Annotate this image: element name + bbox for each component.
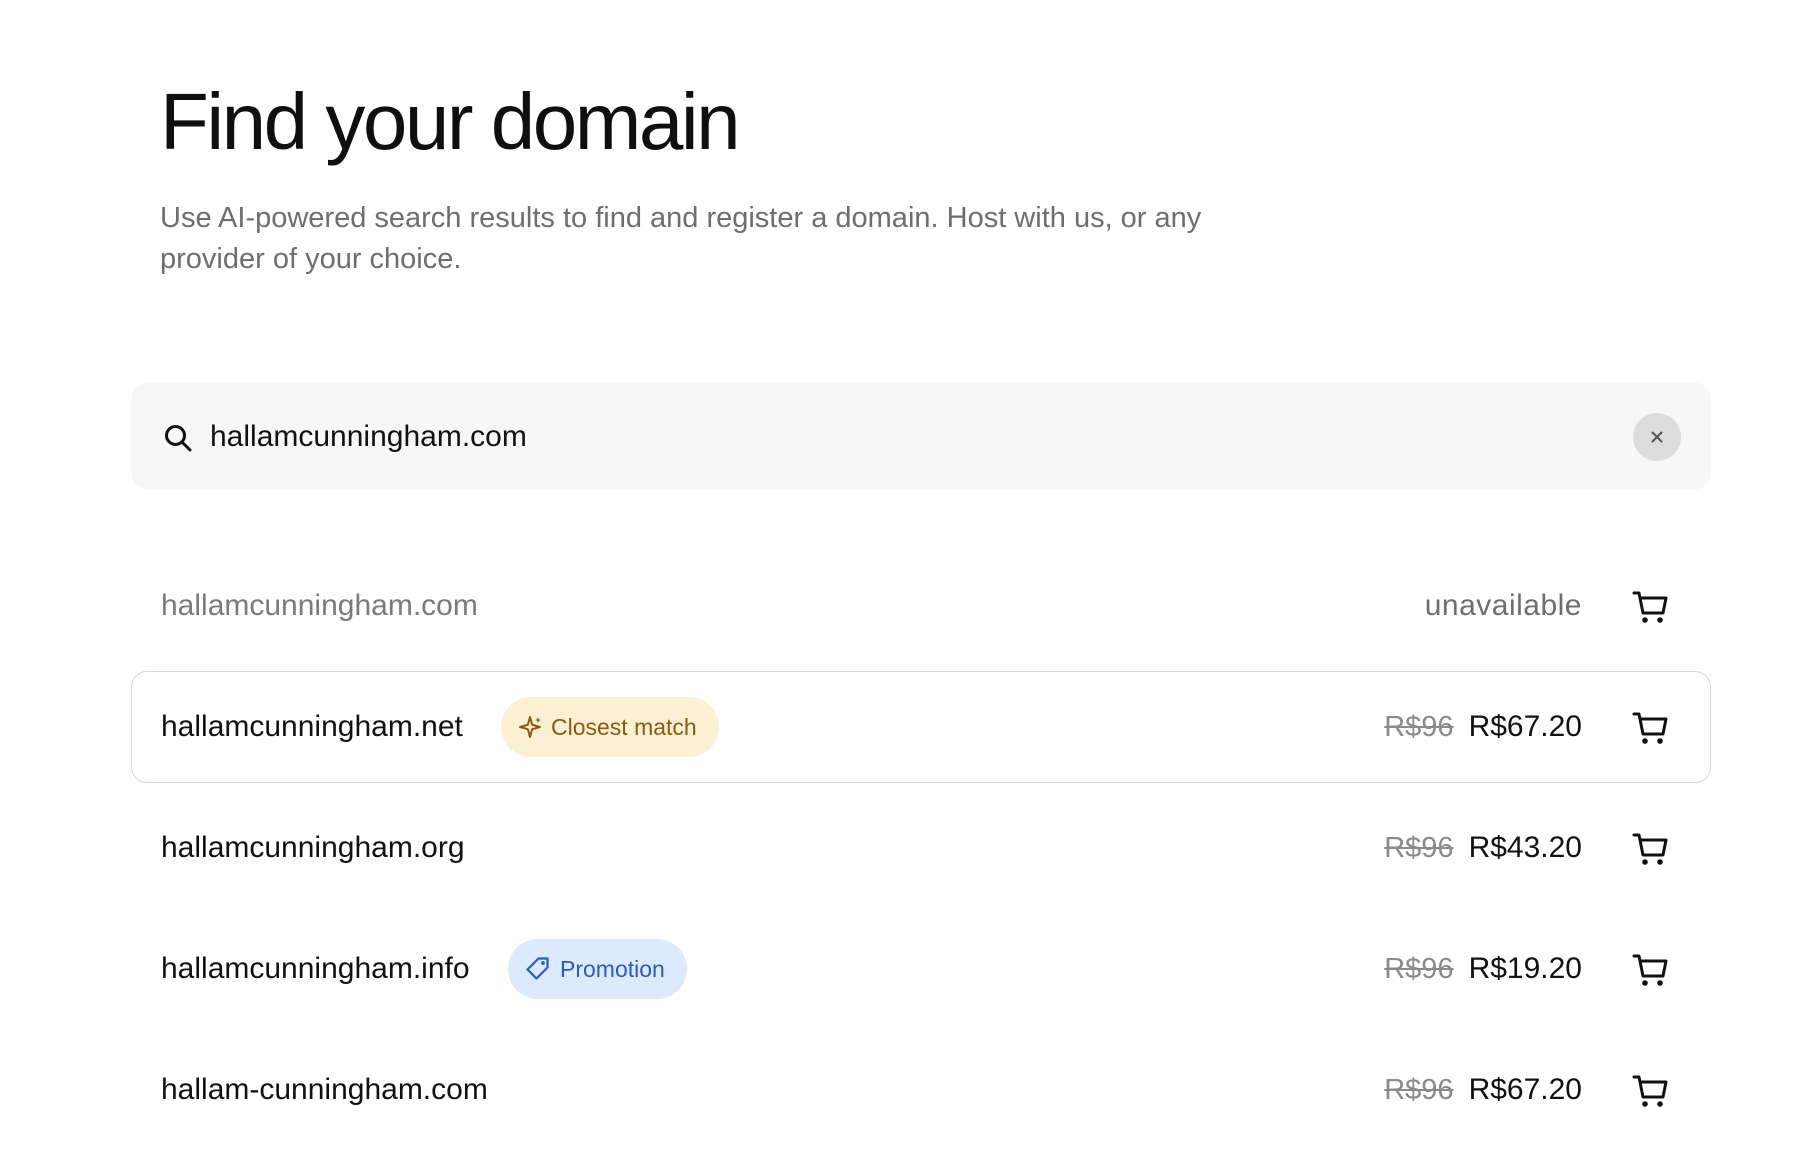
list-item[interactable]: hallamcunningham.com unavailable [131,550,1711,662]
discounted-price: R$19.20 [1468,952,1582,985]
add-to-cart-button[interactable] [1628,705,1672,749]
add-to-cart-button[interactable] [1628,947,1672,991]
add-to-cart-button[interactable] [1628,1068,1672,1112]
domain-name: hallamcunningham.net [161,710,463,743]
cart-icon [1628,826,1672,873]
discounted-price: R$67.20 [1468,1073,1582,1106]
original-price: R$96 [1384,832,1454,864]
add-to-cart-button[interactable] [1628,826,1672,870]
tag-icon [524,955,560,983]
closest-match-badge: Closest match [501,697,719,757]
domain-name: hallam-cunningham.com [161,1073,488,1106]
domain-name: hallamcunningham.org [161,831,465,864]
clear-search-button[interactable] [1633,413,1681,461]
price-area: R$96 R$67.20 [1384,710,1582,744]
list-item[interactable]: hallamcunningham.info Promotion R$96 R$1… [131,913,1711,1025]
page-title: Find your domain [160,77,741,166]
price-area: R$96 R$43.20 [1384,831,1582,865]
cart-icon [1628,947,1672,994]
page-subtitle: Use AI-powered search results to find an… [160,202,1202,275]
original-price: R$96 [1384,953,1454,985]
badge-label: Promotion [560,955,665,982]
discounted-price: R$67.20 [1468,710,1582,743]
close-icon [1649,429,1665,445]
results-list: hallamcunningham.com unavailable hallamc… [131,550,1711,1155]
search-icon [162,422,194,454]
availability-status: unavailable [1424,589,1582,622]
original-price: R$96 [1384,1074,1454,1106]
domain-name: hallamcunningham.info [161,952,470,985]
price-area: R$96 R$19.20 [1384,952,1582,986]
search-input[interactable] [210,412,1410,462]
domain-name: hallamcunningham.com [161,589,478,622]
promotion-badge: Promotion [508,939,687,999]
sparkle-icon [517,714,551,740]
cart-icon [1628,584,1672,631]
domain-search-page: Find your domain Use AI-powered search r… [0,0,1820,1162]
cart-icon [1628,705,1672,752]
badge-label: Closest match [551,713,697,740]
discounted-price: R$43.20 [1468,831,1582,864]
price-area: R$96 R$67.20 [1384,1073,1582,1107]
cart-icon [1628,1068,1672,1115]
list-item[interactable]: hallamcunningham.net Closest match R$96 … [131,671,1711,783]
price-area: unavailable [1425,589,1582,623]
list-item[interactable]: hallam-cunningham.com R$96 R$67.20 [131,1034,1711,1146]
list-item[interactable]: hallamcunningham.org R$96 R$43.20 [131,792,1711,904]
original-price: R$96 [1384,711,1454,743]
add-to-cart-button[interactable] [1628,584,1672,628]
